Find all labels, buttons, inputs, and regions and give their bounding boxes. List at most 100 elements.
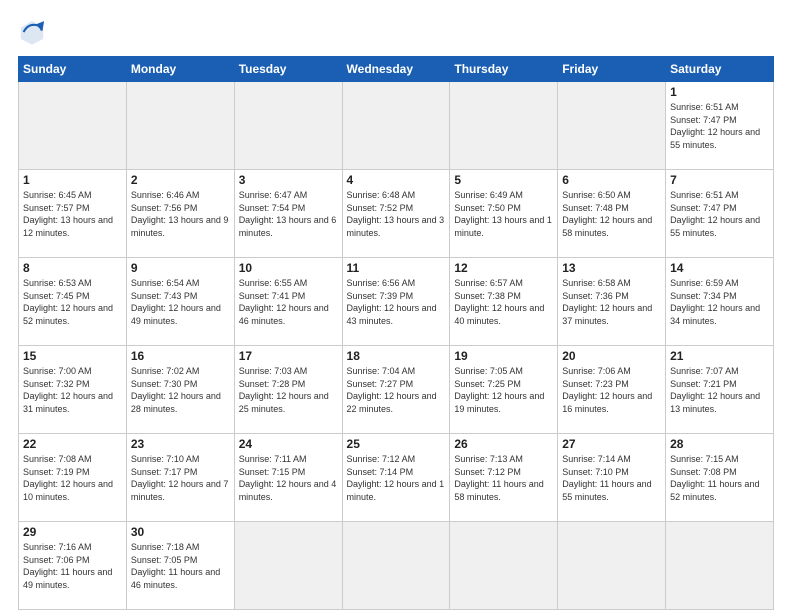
calendar-cell — [126, 82, 234, 170]
calendar-cell — [558, 522, 666, 610]
calendar-cell — [450, 522, 558, 610]
col-thursday: Thursday — [450, 57, 558, 82]
day-info: Sunrise: 7:02 AMSunset: 7:30 PMDaylight:… — [131, 366, 221, 414]
day-info: Sunrise: 6:53 AMSunset: 7:45 PMDaylight:… — [23, 278, 113, 326]
day-number: 9 — [131, 261, 230, 275]
calendar-week-row: 15 Sunrise: 7:00 AMSunset: 7:32 PMDaylig… — [19, 346, 774, 434]
day-number: 22 — [23, 437, 122, 451]
calendar-cell — [234, 522, 342, 610]
day-info: Sunrise: 6:46 AMSunset: 7:56 PMDaylight:… — [131, 190, 229, 238]
calendar-cell: 1 Sunrise: 6:45 AMSunset: 7:57 PMDayligh… — [19, 170, 127, 258]
calendar-cell: 11 Sunrise: 6:56 AMSunset: 7:39 PMDaylig… — [342, 258, 450, 346]
day-info: Sunrise: 7:16 AMSunset: 7:06 PMDaylight:… — [23, 542, 112, 590]
calendar-cell: 2 Sunrise: 6:46 AMSunset: 7:56 PMDayligh… — [126, 170, 234, 258]
day-info: Sunrise: 6:45 AMSunset: 7:57 PMDaylight:… — [23, 190, 113, 238]
header — [18, 18, 774, 46]
day-number: 24 — [239, 437, 338, 451]
day-number: 29 — [23, 525, 122, 539]
calendar-week-row: 8 Sunrise: 6:53 AMSunset: 7:45 PMDayligh… — [19, 258, 774, 346]
day-info: Sunrise: 7:13 AMSunset: 7:12 PMDaylight:… — [454, 454, 543, 502]
calendar-cell: 27 Sunrise: 7:14 AMSunset: 7:10 PMDaylig… — [558, 434, 666, 522]
calendar-cell: 18 Sunrise: 7:04 AMSunset: 7:27 PMDaylig… — [342, 346, 450, 434]
day-info: Sunrise: 6:51 AMSunset: 7:47 PMDaylight:… — [670, 190, 760, 238]
calendar-cell: 17 Sunrise: 7:03 AMSunset: 7:28 PMDaylig… — [234, 346, 342, 434]
col-friday: Friday — [558, 57, 666, 82]
day-info: Sunrise: 7:15 AMSunset: 7:08 PMDaylight:… — [670, 454, 759, 502]
day-info: Sunrise: 7:10 AMSunset: 7:17 PMDaylight:… — [131, 454, 229, 502]
day-number: 30 — [131, 525, 230, 539]
calendar-cell: 29 Sunrise: 7:16 AMSunset: 7:06 PMDaylig… — [19, 522, 127, 610]
calendar-cell: 8 Sunrise: 6:53 AMSunset: 7:45 PMDayligh… — [19, 258, 127, 346]
day-number: 18 — [347, 349, 446, 363]
day-info: Sunrise: 6:59 AMSunset: 7:34 PMDaylight:… — [670, 278, 760, 326]
calendar-header-row: Sunday Monday Tuesday Wednesday Thursday… — [19, 57, 774, 82]
day-number: 28 — [670, 437, 769, 451]
day-info: Sunrise: 6:48 AMSunset: 7:52 PMDaylight:… — [347, 190, 445, 238]
calendar-cell — [234, 82, 342, 170]
calendar-cell: 19 Sunrise: 7:05 AMSunset: 7:25 PMDaylig… — [450, 346, 558, 434]
day-number: 21 — [670, 349, 769, 363]
day-number: 25 — [347, 437, 446, 451]
calendar-cell — [342, 82, 450, 170]
day-number: 10 — [239, 261, 338, 275]
day-info: Sunrise: 6:56 AMSunset: 7:39 PMDaylight:… — [347, 278, 437, 326]
day-number: 6 — [562, 173, 661, 187]
calendar-cell — [450, 82, 558, 170]
calendar-cell: 12 Sunrise: 6:57 AMSunset: 7:38 PMDaylig… — [450, 258, 558, 346]
calendar-cell: 24 Sunrise: 7:11 AMSunset: 7:15 PMDaylig… — [234, 434, 342, 522]
day-number: 16 — [131, 349, 230, 363]
day-info: Sunrise: 7:03 AMSunset: 7:28 PMDaylight:… — [239, 366, 329, 414]
calendar-week-row: 22 Sunrise: 7:08 AMSunset: 7:19 PMDaylig… — [19, 434, 774, 522]
day-number: 2 — [131, 173, 230, 187]
day-info: Sunrise: 7:14 AMSunset: 7:10 PMDaylight:… — [562, 454, 651, 502]
day-number: 11 — [347, 261, 446, 275]
day-number: 4 — [347, 173, 446, 187]
logo — [18, 18, 51, 46]
day-info: Sunrise: 6:58 AMSunset: 7:36 PMDaylight:… — [562, 278, 652, 326]
calendar-week-row: 1 Sunrise: 6:51 AMSunset: 7:47 PMDayligh… — [19, 82, 774, 170]
day-number: 3 — [239, 173, 338, 187]
calendar-cell: 5 Sunrise: 6:49 AMSunset: 7:50 PMDayligh… — [450, 170, 558, 258]
calendar-table: Sunday Monday Tuesday Wednesday Thursday… — [18, 56, 774, 610]
day-info: Sunrise: 6:51 AMSunset: 7:47 PMDaylight:… — [670, 102, 760, 150]
day-number: 27 — [562, 437, 661, 451]
day-number: 1 — [23, 173, 122, 187]
col-monday: Monday — [126, 57, 234, 82]
day-info: Sunrise: 6:49 AMSunset: 7:50 PMDaylight:… — [454, 190, 552, 238]
calendar-cell: 21 Sunrise: 7:07 AMSunset: 7:21 PMDaylig… — [666, 346, 774, 434]
day-info: Sunrise: 7:05 AMSunset: 7:25 PMDaylight:… — [454, 366, 544, 414]
day-info: Sunrise: 7:00 AMSunset: 7:32 PMDaylight:… — [23, 366, 113, 414]
col-saturday: Saturday — [666, 57, 774, 82]
day-number: 19 — [454, 349, 553, 363]
day-number: 5 — [454, 173, 553, 187]
col-tuesday: Tuesday — [234, 57, 342, 82]
calendar-cell: 22 Sunrise: 7:08 AMSunset: 7:19 PMDaylig… — [19, 434, 127, 522]
calendar-cell — [558, 82, 666, 170]
day-info: Sunrise: 7:06 AMSunset: 7:23 PMDaylight:… — [562, 366, 652, 414]
calendar-cell — [666, 522, 774, 610]
day-number: 23 — [131, 437, 230, 451]
day-number: 14 — [670, 261, 769, 275]
calendar-cell — [342, 522, 450, 610]
calendar-cell: 14 Sunrise: 6:59 AMSunset: 7:34 PMDaylig… — [666, 258, 774, 346]
day-info: Sunrise: 7:18 AMSunset: 7:05 PMDaylight:… — [131, 542, 220, 590]
calendar-cell: 10 Sunrise: 6:55 AMSunset: 7:41 PMDaylig… — [234, 258, 342, 346]
calendar-cell: 25 Sunrise: 7:12 AMSunset: 7:14 PMDaylig… — [342, 434, 450, 522]
calendar-cell: 7 Sunrise: 6:51 AMSunset: 7:47 PMDayligh… — [666, 170, 774, 258]
day-info: Sunrise: 7:11 AMSunset: 7:15 PMDaylight:… — [239, 454, 337, 502]
day-info: Sunrise: 7:12 AMSunset: 7:14 PMDaylight:… — [347, 454, 445, 502]
logo-icon — [18, 18, 46, 46]
day-number: 7 — [670, 173, 769, 187]
calendar-cell: 9 Sunrise: 6:54 AMSunset: 7:43 PMDayligh… — [126, 258, 234, 346]
calendar-week-row: 29 Sunrise: 7:16 AMSunset: 7:06 PMDaylig… — [19, 522, 774, 610]
calendar-cell — [19, 82, 127, 170]
day-info: Sunrise: 6:55 AMSunset: 7:41 PMDaylight:… — [239, 278, 329, 326]
calendar-cell: 20 Sunrise: 7:06 AMSunset: 7:23 PMDaylig… — [558, 346, 666, 434]
day-info: Sunrise: 7:04 AMSunset: 7:27 PMDaylight:… — [347, 366, 437, 414]
day-number: 26 — [454, 437, 553, 451]
calendar-cell: 23 Sunrise: 7:10 AMSunset: 7:17 PMDaylig… — [126, 434, 234, 522]
col-wednesday: Wednesday — [342, 57, 450, 82]
page: Sunday Monday Tuesday Wednesday Thursday… — [0, 0, 792, 612]
day-info: Sunrise: 6:50 AMSunset: 7:48 PMDaylight:… — [562, 190, 652, 238]
calendar-cell: 4 Sunrise: 6:48 AMSunset: 7:52 PMDayligh… — [342, 170, 450, 258]
